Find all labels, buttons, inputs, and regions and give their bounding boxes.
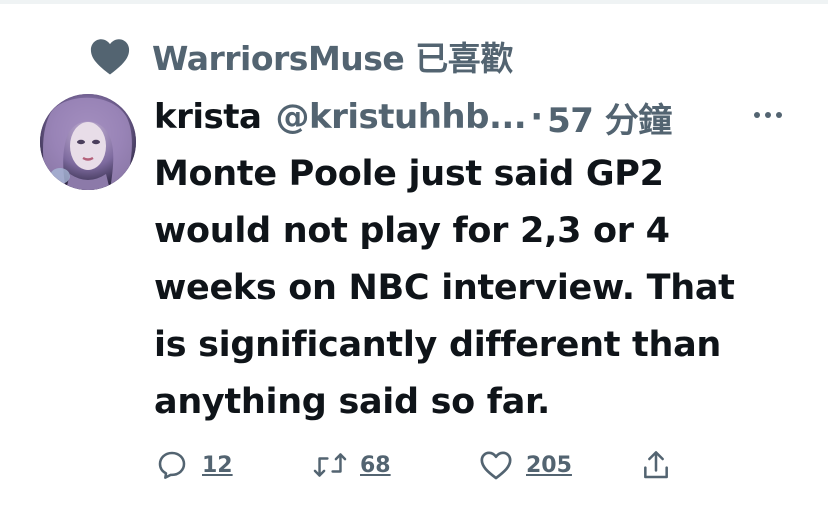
retweet-count: 68	[360, 452, 391, 478]
top-divider	[0, 0, 828, 4]
timestamp[interactable]: 57 分鐘	[547, 93, 672, 142]
like-count: 205	[526, 452, 572, 478]
social-context[interactable]: WarriorsMuse 已喜歡	[88, 34, 513, 78]
user-handle[interactable]: @kristuhhb...	[275, 97, 526, 137]
more-icon[interactable]	[748, 100, 788, 130]
tweet-header: krista @kristuhhb... · 57 分鐘	[154, 92, 672, 142]
separator-dot: ·	[530, 97, 544, 137]
share-icon	[638, 447, 674, 483]
action-bar: 12 68 205	[154, 444, 714, 486]
like-icon	[478, 447, 514, 483]
reply-icon	[154, 447, 190, 483]
heart-filled-icon	[88, 36, 132, 76]
display-name[interactable]: krista	[154, 97, 262, 137]
retweet-button[interactable]: 68	[312, 444, 391, 486]
reply-button[interactable]: 12	[154, 444, 233, 486]
avatar[interactable]	[40, 94, 136, 190]
share-button[interactable]	[638, 444, 674, 486]
retweet-icon	[312, 447, 348, 483]
like-button[interactable]: 205	[478, 444, 572, 486]
reply-count: 12	[202, 452, 233, 478]
tweet-text: Monte Poole just said GP2 would not play…	[154, 154, 735, 422]
social-context-text: WarriorsMuse 已喜歡	[152, 39, 513, 78]
